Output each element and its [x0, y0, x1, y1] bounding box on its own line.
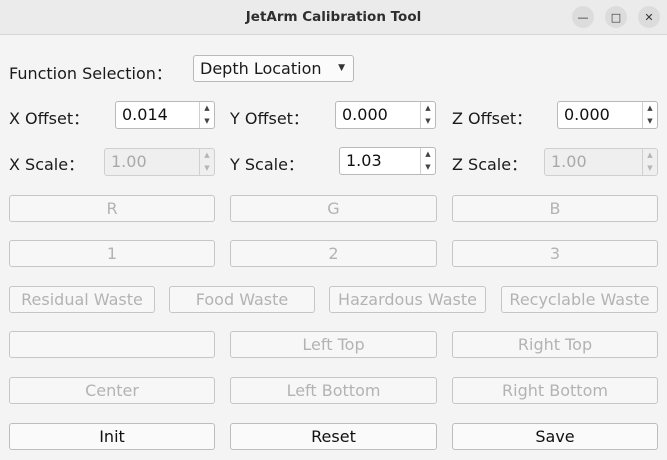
spin-up-icon[interactable]: ▲	[421, 102, 435, 115]
x-scale-label: X Scale：	[9, 155, 85, 174]
function-selection-value: Depth Location	[200, 59, 322, 78]
title-bar: JetArm Calibration Tool — □ ✕	[0, 0, 667, 35]
minimize-button[interactable]: —	[572, 6, 594, 28]
residual-waste-button[interactable]: Residual Waste	[9, 286, 155, 313]
z-offset-spinbox[interactable]: 0.000 ▲ ▼	[557, 101, 658, 129]
y-offset-label: Y Offset：	[230, 109, 309, 128]
right-bottom-button[interactable]: Right Bottom	[452, 377, 658, 404]
spin-down-icon[interactable]: ▼	[421, 161, 435, 174]
spin-down-icon[interactable]: ▼	[200, 115, 214, 128]
y-offset-spinbox[interactable]: 0.000 ▲ ▼	[335, 101, 436, 129]
save-button[interactable]: Save	[452, 423, 658, 450]
spin-up-icon: ▲	[204, 151, 210, 159]
y-offset-value: 0.000	[342, 105, 388, 124]
y-scale-value: 1.03	[346, 151, 382, 170]
x-offset-value: 0.014	[122, 105, 168, 124]
spin-down-icon: ▼	[647, 164, 653, 172]
one-button[interactable]: 1	[9, 240, 215, 267]
spin-up-icon[interactable]: ▲	[200, 102, 214, 115]
maximize-button[interactable]: □	[605, 6, 627, 28]
x-scale-spinbox: 1.00 ▲ ▼	[104, 148, 215, 176]
close-icon: ✕	[644, 10, 654, 24]
y-scale-spinbox[interactable]: 1.03 ▲ ▼	[339, 147, 436, 175]
x-scale-value: 1.00	[111, 152, 147, 171]
b-button[interactable]: B	[452, 195, 658, 222]
function-selection-dropdown[interactable]: Depth Location ▼	[193, 55, 354, 82]
chevron-down-icon: ▼	[338, 63, 345, 73]
spin-up-icon[interactable]: ▲	[643, 102, 657, 115]
spin-down-icon: ▼	[204, 164, 210, 172]
center-button[interactable]: Center	[9, 377, 215, 404]
y-scale-label: Y Scale：	[230, 155, 304, 174]
z-scale-value: 1.00	[551, 152, 587, 171]
r-button[interactable]: R	[9, 195, 215, 222]
hazardous-waste-button[interactable]: Hazardous Waste	[329, 286, 486, 313]
window-title: JetArm Calibration Tool	[245, 9, 422, 25]
two-button[interactable]: 2	[230, 240, 437, 267]
x-offset-label: X Offset：	[9, 109, 90, 128]
x-offset-spinbox[interactable]: 0.014 ▲ ▼	[115, 101, 215, 129]
init-button[interactable]: Init	[9, 423, 215, 450]
spin-up-icon: ▲	[647, 151, 653, 159]
g-button[interactable]: G	[230, 195, 437, 222]
right-top-button[interactable]: Right Top	[452, 331, 658, 358]
close-button[interactable]: ✕	[638, 6, 660, 28]
recyclable-waste-button[interactable]: Recyclable Waste	[501, 286, 658, 313]
blank-button[interactable]	[9, 331, 215, 358]
left-bottom-button[interactable]: Left Bottom	[230, 377, 437, 404]
z-scale-spinbox: 1.00 ▲ ▼	[544, 148, 658, 176]
z-offset-value: 0.000	[564, 105, 610, 124]
function-selection-label: Function Selection：	[9, 64, 172, 83]
spin-up-icon[interactable]: ▲	[421, 148, 435, 161]
maximize-icon: □	[610, 10, 622, 24]
spin-down-icon[interactable]: ▼	[421, 115, 435, 128]
z-offset-label: Z Offset：	[452, 109, 533, 128]
reset-button[interactable]: Reset	[230, 423, 437, 450]
z-scale-label: Z Scale：	[452, 155, 528, 174]
minimize-icon: —	[577, 10, 589, 24]
left-top-button[interactable]: Left Top	[230, 331, 437, 358]
spin-down-icon[interactable]: ▼	[643, 115, 657, 128]
food-waste-button[interactable]: Food Waste	[169, 286, 315, 313]
three-button[interactable]: 3	[452, 240, 658, 267]
